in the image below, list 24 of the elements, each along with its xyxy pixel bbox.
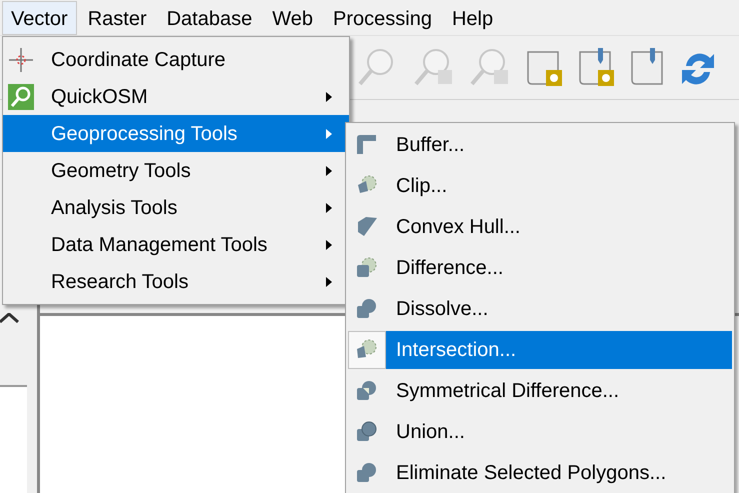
menu-item[interactable]: Eliminate Selected Polygons... <box>346 452 734 493</box>
menu-item[interactable]: Geoprocessing Tools <box>3 115 349 152</box>
menu-item[interactable]: Buffer... <box>346 124 734 165</box>
menu-item[interactable]: Data Management Tools <box>3 226 349 263</box>
menu-bar-item[interactable]: Raster <box>78 0 156 34</box>
crosshair-icon <box>7 46 35 74</box>
menu-item[interactable]: Coordinate Capture <box>3 41 349 78</box>
menu-item[interactable]: Analysis Tools <box>3 189 349 226</box>
magnifier-icon <box>7 82 35 110</box>
menu-bar-item[interactable]: Vector <box>2 0 77 34</box>
menu-bar-item[interactable]: Database <box>158 0 262 34</box>
menu-item[interactable]: Geometry Tools <box>3 152 349 189</box>
menu-item[interactable]: Convex Hull... <box>346 206 734 247</box>
menu-item[interactable]: Research Tools <box>3 263 349 300</box>
menu-item[interactable]: Dissolve... <box>346 288 734 329</box>
chevron-up-icon[interactable] <box>0 313 20 323</box>
menu-bar-item[interactable]: Processing <box>324 0 441 34</box>
menu-item[interactable]: Clip... <box>346 165 734 206</box>
menu-item[interactable]: QuickOSM <box>3 78 349 115</box>
menu-item[interactable]: Union... <box>346 411 734 452</box>
menu-bar-item[interactable]: Web <box>263 0 322 34</box>
menu-bar-item[interactable]: Help <box>442 0 502 34</box>
menu-item[interactable]: Difference... <box>346 247 734 288</box>
menu-item[interactable]: Symmetrical Difference... <box>346 370 734 411</box>
